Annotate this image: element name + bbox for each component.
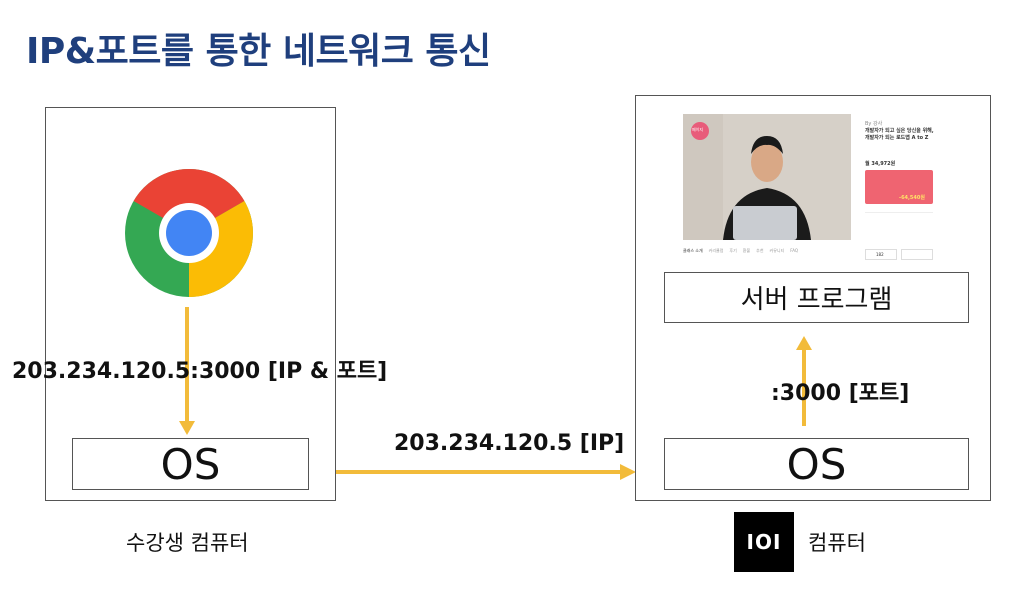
like-count: 182 <box>876 252 884 257</box>
class-headline: 개발자가 되고 싶은 당신을 위해, 개발자가 되는 로드맵 A to Z <box>865 128 934 141</box>
brand-logo: IOI <box>734 512 794 572</box>
price: 월 34,972원 <box>865 161 896 167</box>
student-os-box: OS <box>72 438 309 490</box>
brand-logo-text: IOI <box>746 530 782 554</box>
server-os-box: OS <box>664 438 969 490</box>
tab-intro[interactable]: 클래스 소개 <box>683 248 703 258</box>
student-caption: 수강생 컴퓨터 <box>126 531 249 555</box>
tab-curriculum[interactable]: 커리큘럼 <box>709 248 724 258</box>
page-title: IP&포트를 통한 네트워크 통신 <box>26 31 491 72</box>
server-program-box: 서버 프로그램 <box>664 272 969 323</box>
thumbnail-tabs: 클래스 소개 커리큘럼 후기 환불 추천 커뮤니티 FAQ <box>683 248 859 258</box>
tab-refund[interactable]: 환불 <box>743 248 750 258</box>
tab-community[interactable]: 커뮤니티 <box>770 248 785 258</box>
server-arrow-label: :3000 [포트] <box>771 381 910 406</box>
instructor-photo: 페이지 <box>683 114 851 240</box>
server-caption: 컴퓨터 <box>808 531 866 555</box>
tab-faq[interactable]: FAQ <box>790 248 798 258</box>
byline: By 강사 <box>865 121 883 127</box>
share-button[interactable] <box>901 249 933 260</box>
class-page-thumbnail: 페이지 By 강사 개발자가 되고 싶은 당신을 위해, 개발자가 되는 로드맵… <box>683 114 937 264</box>
promo-amount: -64,540원 <box>899 195 925 201</box>
tab-recommend[interactable]: 추천 <box>756 248 763 258</box>
network-arrow-label: 203.234.120.5 [IP] <box>394 431 625 456</box>
badge-text: 페이지 <box>692 127 704 132</box>
info-rows <box>865 212 933 241</box>
network-arrow <box>336 464 636 480</box>
student-arrow-label: 203.234.120.5:3000 [IP & 포트] <box>12 359 388 384</box>
chrome-icon <box>124 168 254 298</box>
tab-reviews[interactable]: 후기 <box>729 248 736 258</box>
